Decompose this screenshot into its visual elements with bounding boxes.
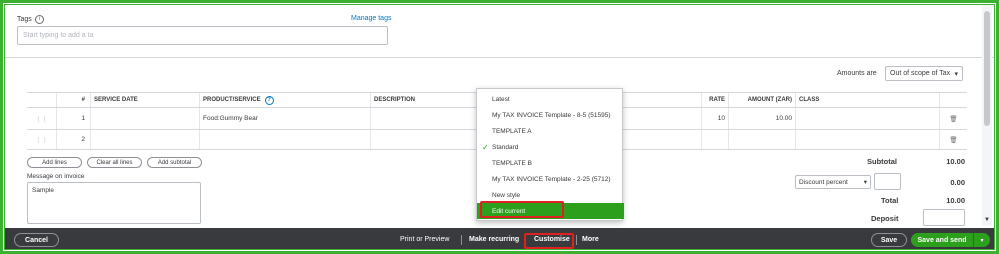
scrollbar-thumb[interactable] [984, 11, 990, 126]
save-button[interactable]: Save [871, 233, 907, 247]
add-lines-button[interactable]: Add lines [27, 157, 82, 168]
menu-item-template[interactable]: My TAX INVOICE Template - 2-25 (5712) [477, 171, 624, 187]
save-and-send-button[interactable]: Save and send ▾ [911, 233, 990, 247]
footer-bar: Cancel Print or Preview Make recurring C… [5, 228, 994, 249]
amount-cell[interactable]: 10.00 [728, 108, 795, 129]
menu-item-latest[interactable]: Latest [477, 91, 624, 107]
header-amount: AMOUNT (ZAR) [728, 93, 795, 107]
more-link[interactable]: More [582, 236, 599, 243]
invoice-form: Tags i Manage tags Start typing to add a… [4, 4, 995, 250]
product-cell[interactable] [199, 130, 370, 149]
footer-separator [576, 235, 577, 245]
drag-handle-icon[interactable]: ⋮⋮ [27, 130, 56, 149]
header-num: # [56, 93, 90, 107]
trash-icon[interactable]: 🗑 [939, 108, 967, 129]
message-label: Message on invoice [27, 173, 85, 180]
discount-value: 0.00 [950, 178, 965, 187]
header-rate: RATE [701, 93, 728, 107]
class-cell[interactable] [795, 108, 939, 129]
add-subtotal-button[interactable]: Add subtotal [147, 157, 202, 168]
menu-item-standard[interactable]: ✓ Standard [477, 139, 624, 155]
service-date-cell[interactable] [90, 130, 199, 149]
amounts-are-label: Amounts are [837, 70, 877, 77]
info-icon[interactable]: i [34, 15, 44, 24]
class-cell[interactable] [795, 130, 939, 149]
service-date-cell[interactable] [90, 108, 199, 129]
drag-handle-icon[interactable]: ⋮⋮ [27, 108, 56, 129]
scroll-down-icon[interactable]: ▼ [984, 217, 990, 223]
manage-tags-link[interactable]: Manage tags [351, 15, 391, 22]
footer-separator [461, 235, 462, 245]
deposit-label: Deposit [871, 214, 899, 223]
discount-type-select[interactable]: Discount percent ▾ [795, 175, 871, 189]
deposit-input[interactable] [923, 209, 965, 226]
caret-down-icon: ▾ [954, 70, 958, 78]
checkmark-icon: ✓ [482, 142, 489, 152]
header-service-date: SERVICE DATE [90, 93, 199, 107]
total-value: 10.00 [946, 196, 965, 205]
clear-all-lines-button[interactable]: Clear all lines [87, 157, 142, 168]
highlight-box [524, 233, 574, 249]
product-cell[interactable]: Food:Gummy Bear [199, 108, 370, 129]
total-label: Total [881, 196, 899, 205]
rate-cell[interactable] [701, 130, 728, 149]
menu-item-template[interactable]: My TAX INVOICE Template - 8-5 (51595) [477, 107, 624, 123]
make-recurring-link[interactable]: Make recurring [469, 236, 519, 243]
highlight-box [480, 201, 564, 218]
tags-label: Tags i [17, 15, 44, 24]
amounts-are-select[interactable]: Out of scope of Tax ▾ [885, 66, 963, 81]
print-preview-link[interactable]: Print or Preview [400, 236, 449, 243]
amount-cell[interactable] [728, 130, 795, 149]
header-class: CLASS [795, 93, 939, 107]
rate-cell[interactable]: 10 [701, 108, 728, 129]
trash-icon[interactable]: 🗑 [939, 130, 967, 149]
tags-input[interactable]: Start typing to add a ta [17, 26, 388, 45]
section-divider [5, 57, 994, 58]
help-icon[interactable]: ? [264, 95, 274, 105]
cancel-button[interactable]: Cancel [14, 233, 59, 247]
menu-item-template-b[interactable]: TEMPLATE B [477, 155, 624, 171]
subtotal-label: Subtotal [867, 157, 897, 166]
caret-down-icon[interactable]: ▾ [973, 233, 990, 247]
header-product-service: PRODUCT/SERVICE ? [199, 93, 370, 107]
discount-input[interactable] [874, 173, 901, 190]
message-textarea[interactable]: Sample [27, 182, 201, 224]
subtotal-value: 10.00 [946, 157, 965, 166]
caret-down-icon: ▾ [863, 179, 867, 186]
menu-item-template-a[interactable]: TEMPLATE A [477, 123, 624, 139]
